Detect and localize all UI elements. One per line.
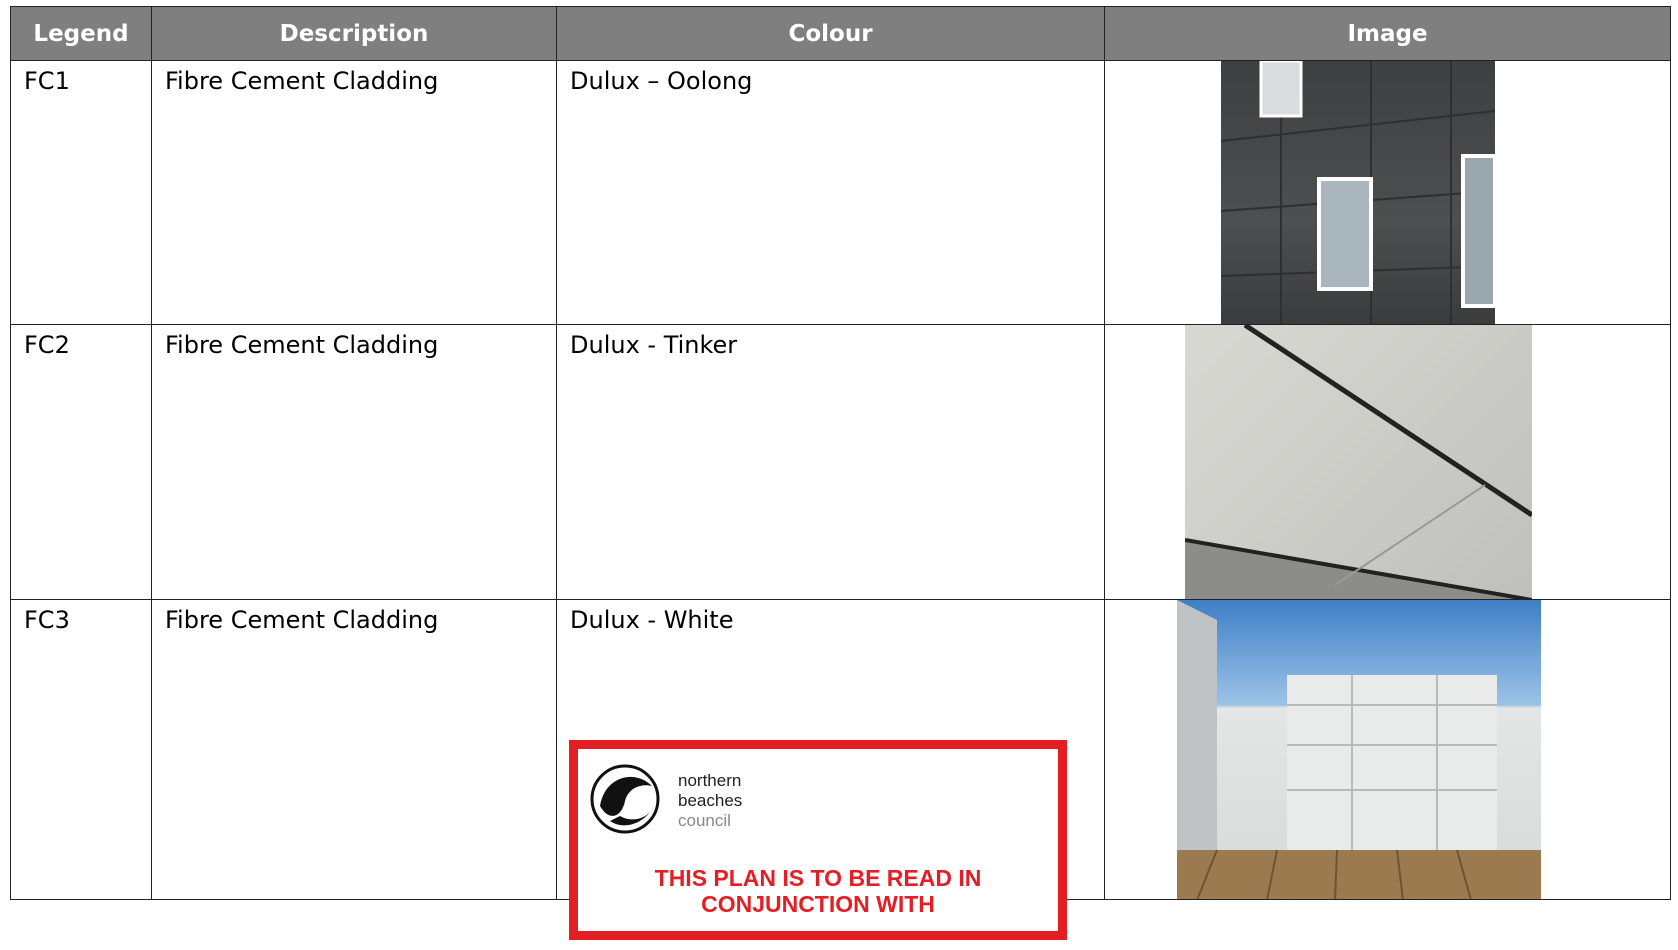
colour-cell: Dulux - Tinker [556, 324, 1105, 600]
image-cell [1104, 324, 1671, 600]
colour-cell: Dulux – Oolong [556, 60, 1105, 325]
council-logo-icon [590, 764, 660, 834]
header-description: Description [151, 6, 557, 61]
description-cell: Fibre Cement Cladding [151, 324, 557, 600]
logo-line: council [678, 811, 731, 830]
fc1-cladding-photo [1221, 61, 1495, 324]
fc3-cladding-photo [1177, 600, 1541, 899]
table-row: FC1 Fibre Cement Cladding Dulux – Oolong [10, 60, 1671, 325]
fc2-cladding-photo [1185, 325, 1532, 599]
header-image: Image [1104, 6, 1671, 61]
legend-cell: FC2 [10, 324, 152, 600]
table-row: FC3 Fibre Cement Cladding Dulux - White … [10, 599, 1671, 940]
header-colour: Colour [556, 6, 1105, 61]
page: Legend Description Colour Image FC1 Fibr… [0, 0, 1678, 950]
table-row: FC2 Fibre Cement Cladding Dulux - Tinker [10, 324, 1671, 600]
image-cell [1104, 599, 1671, 900]
logo-line: northern [678, 771, 742, 790]
description-cell: Fibre Cement Cladding [151, 599, 557, 900]
legend-cell: FC3 [10, 599, 152, 900]
council-logo-text: northern beaches council [678, 771, 742, 831]
legend-cell: FC1 [10, 60, 152, 325]
colour-text: Dulux - White [570, 606, 734, 634]
materials-table: Legend Description Colour Image FC1 Fibr… [10, 6, 1671, 940]
colour-cell: Dulux - White northern beaches council T… [556, 599, 1105, 940]
image-cell [1104, 60, 1671, 325]
stamp-message-line: THIS PLAN IS TO BE READ IN [654, 865, 982, 891]
logo-line: beaches [678, 791, 743, 810]
description-cell: Fibre Cement Cladding [151, 60, 557, 325]
stamp-message-line: CONJUNCTION WITH [701, 891, 935, 917]
table-header-row: Legend Description Colour Image [10, 6, 1671, 61]
council-stamp: northern beaches council THIS PLAN IS TO… [569, 740, 1067, 940]
stamp-message: THIS PLAN IS TO BE READ IN CONJUNCTION W… [578, 865, 1058, 917]
header-legend: Legend [10, 6, 152, 61]
